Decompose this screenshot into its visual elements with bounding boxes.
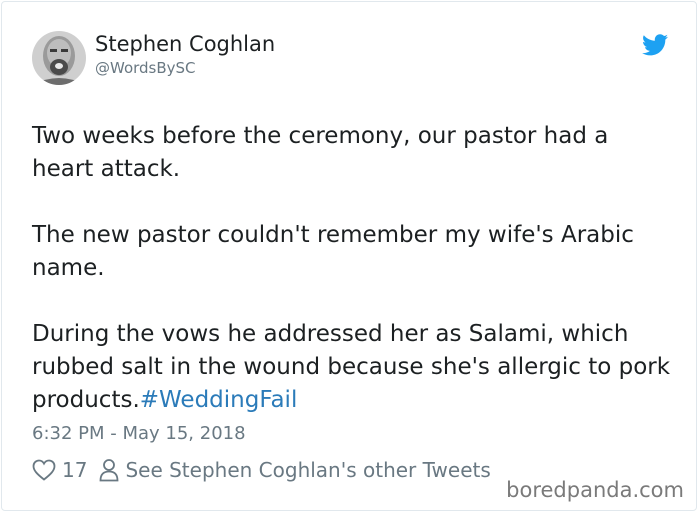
hashtag-link[interactable]: #WeddingFail <box>140 387 298 413</box>
tweet-actions: 17 See Stephen Coghlan's other Tweets <box>32 458 491 482</box>
twitter-bird-icon[interactable] <box>642 34 668 56</box>
heart-icon[interactable] <box>32 459 56 481</box>
author-handle[interactable]: @WordsBySC <box>95 59 196 77</box>
author-name[interactable]: Stephen Coghlan <box>95 32 275 56</box>
watermark: boredpanda.com <box>506 478 684 502</box>
avatar[interactable] <box>32 31 86 85</box>
like-count: 17 <box>62 458 88 482</box>
other-tweets-link[interactable]: See Stephen Coghlan's other Tweets <box>99 458 491 482</box>
tweet-text: Two weeks before the ceremony, our pasto… <box>32 120 672 417</box>
tweet-body: Two weeks before the ceremony, our pasto… <box>32 123 671 413</box>
other-tweets-label: See Stephen Coghlan's other Tweets <box>125 458 491 482</box>
avatar-image <box>32 31 86 85</box>
person-icon <box>100 459 119 482</box>
tweet-timestamp[interactable]: 6:32 PM - May 15, 2018 <box>32 423 246 444</box>
